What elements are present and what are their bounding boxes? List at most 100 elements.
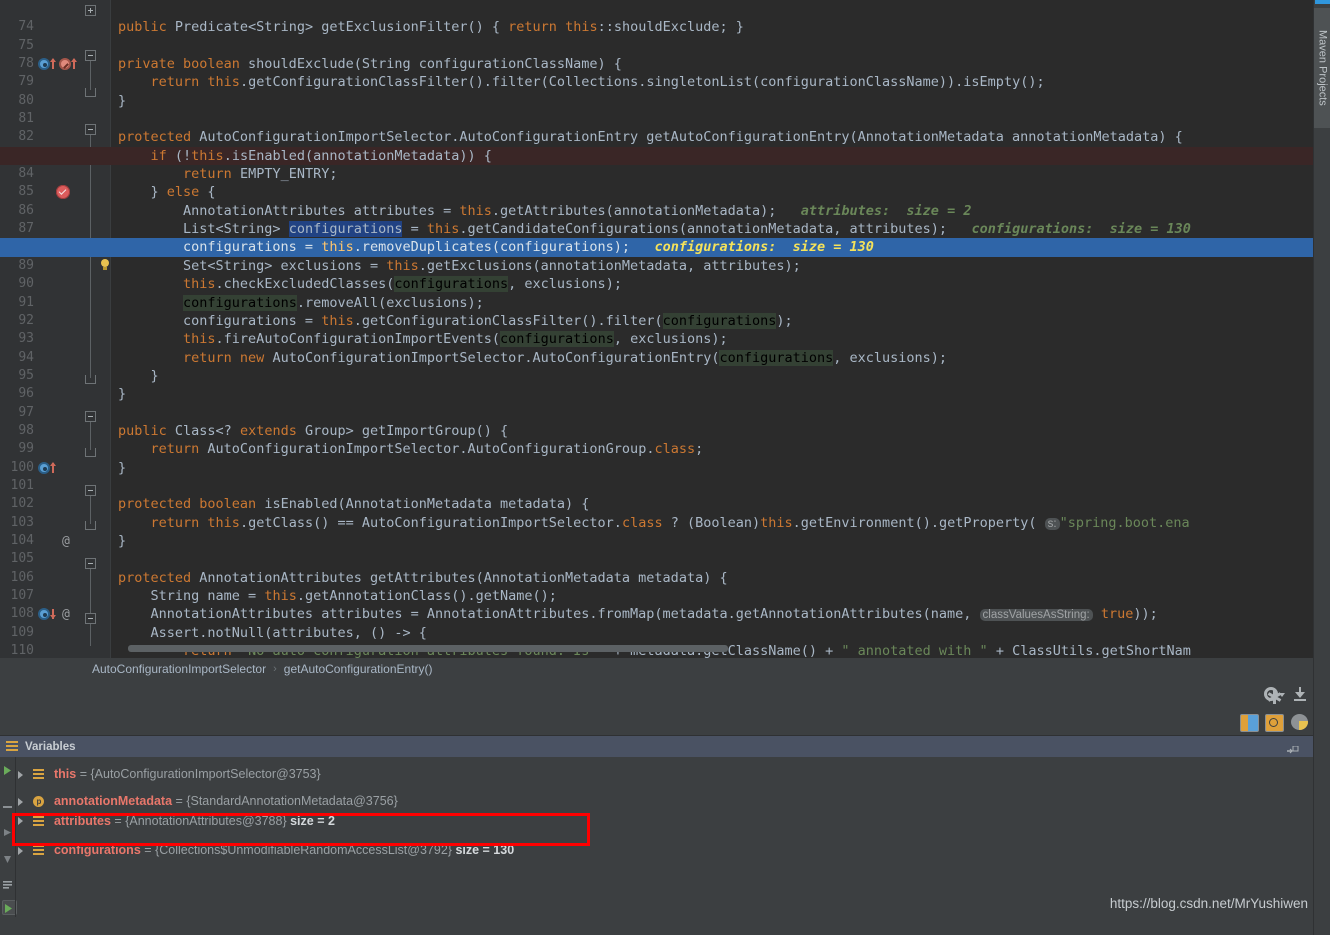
code-line[interactable]: 108 String name = this.getAnnotationClas… bbox=[0, 587, 1313, 621]
settings-gear-icon[interactable] bbox=[1264, 685, 1285, 704]
variable-equals: = bbox=[175, 794, 183, 808]
line-content: String name = this.getAnnotationClass().… bbox=[118, 588, 557, 604]
variable-name: this bbox=[53, 767, 77, 781]
threads-icon[interactable] bbox=[1240, 713, 1259, 732]
code-line[interactable]: 110 Assert.notNull(attributes, () -> { bbox=[0, 624, 1313, 658]
line-content: return this.getConfigurationClassFilter(… bbox=[150, 74, 1045, 91]
variable-name: annotationMetadata bbox=[53, 794, 173, 808]
editor-horizontal-scrollbar[interactable] bbox=[128, 645, 728, 652]
code-lines[interactable]: 74 75 public Predicate<String> getExclus… bbox=[0, 0, 1313, 658]
code-line[interactable]: 100 return AutoConfigurationImportSelect… bbox=[0, 440, 1313, 474]
code-line-breakpoint[interactable]: 84 if (!this.isEnabled(annotationMetadat… bbox=[0, 146, 1313, 200]
line-content: configurations = this.getConfigurationCl… bbox=[118, 312, 793, 329]
code-line[interactable]: 97 } bbox=[0, 385, 1313, 419]
line-content: return EMPTY_ENTRY; bbox=[183, 166, 338, 183]
line-content: Set<String> exclusions = this.getExclusi… bbox=[118, 257, 801, 274]
line-content: return new AutoConfigurationImportSelect… bbox=[183, 349, 948, 366]
watches-icon[interactable] bbox=[1265, 713, 1284, 732]
line-content: configurations = this.removeDuplicates(c… bbox=[118, 239, 874, 256]
code-line[interactable]: 88 List<String> configurations = this.ge… bbox=[0, 220, 1313, 270]
code-line[interactable]: 96 } bbox=[0, 367, 1313, 401]
code-line[interactable]: 82 bbox=[0, 110, 1313, 144]
code-line[interactable]: 87 AnnotationAttributes attributes = thi… bbox=[0, 202, 1313, 236]
breadcrumb-class[interactable]: AutoConfigurationImportSelector bbox=[92, 662, 266, 676]
line-content: } bbox=[118, 92, 127, 109]
code-line[interactable]: 101 } bbox=[0, 459, 1313, 493]
code-line[interactable]: 95 return new AutoConfigurationImportSel… bbox=[0, 349, 1313, 383]
line-content: Assert.notNull(attributes, () -> { bbox=[118, 624, 427, 641]
variable-equals: = bbox=[79, 767, 87, 781]
mute-breakpoints-icon[interactable] bbox=[2, 799, 13, 810]
code-line[interactable]: 104 return this.getClass() == AutoConfig… bbox=[0, 514, 1313, 548]
code-line[interactable]: 86 } else { bbox=[0, 183, 1313, 217]
code-line[interactable]: 81 } bbox=[0, 92, 1313, 126]
code-line[interactable]: 109 AnnotationAttributes attributes = An… bbox=[0, 605, 1313, 639]
variable-value: {AutoConfigurationImportSelector@3753} bbox=[90, 767, 321, 781]
code-line[interactable]: 102 bbox=[0, 477, 1313, 511]
line-content: } bbox=[118, 532, 127, 549]
idea-debugger-window: 74 75 public Predicate<String> getExclus… bbox=[0, 0, 1330, 935]
step-into-icon[interactable] bbox=[2, 852, 13, 863]
variables-panel-header: Variables bbox=[0, 736, 1313, 757]
code-line[interactable]: 75 public Predicate<String> getExclusion… bbox=[0, 18, 1313, 71]
line-content: configurations.removeAll(exclusions); bbox=[183, 294, 484, 311]
code-line[interactable]: 106 bbox=[0, 550, 1313, 585]
breadcrumb-method[interactable]: getAutoConfigurationEntry() bbox=[284, 662, 433, 676]
expand-triangle-icon[interactable] bbox=[18, 797, 23, 806]
variable-row-this[interactable]: this = {AutoConfigurationImportSelector@… bbox=[0, 757, 1313, 792]
line-content: } bbox=[118, 367, 159, 384]
evaluate-expression-icon[interactable] bbox=[2, 877, 13, 889]
inline-debug-hint: configurations: size = 130 bbox=[654, 239, 874, 256]
inline-debug-hint: attributes: size = 2 bbox=[800, 202, 972, 219]
expand-triangle-icon[interactable] bbox=[18, 770, 23, 779]
code-line[interactable]: 78 bbox=[0, 37, 1313, 71]
code-line[interactable]: 99 public Class<? extends Group> getImpo… bbox=[0, 422, 1313, 474]
memory-icon[interactable] bbox=[1291, 713, 1309, 731]
code-line[interactable]: 91 this.checkExcludedClasses(configurati… bbox=[0, 275, 1313, 310]
code-line[interactable]: 94 this.fireAutoConfigurationImportEvent… bbox=[0, 330, 1313, 365]
code-line[interactable]: 80 return this.getConfigurationClassFilt… bbox=[0, 73, 1313, 107]
line-content: this.checkExcludedClasses(configurations… bbox=[183, 276, 622, 293]
variables-panel-title: Variables bbox=[25, 740, 76, 753]
line-content: return AutoConfigurationImportSelector.A… bbox=[150, 441, 704, 458]
right-tool-sidebar[interactable]: Maven Projects bbox=[1313, 0, 1330, 935]
line-content: public Predicate<String> getExclusionFil… bbox=[118, 19, 744, 36]
variable-row-annotationMetadata[interactable]: p annotationMetadata = {StandardAnnotati… bbox=[0, 792, 1313, 812]
line-content: List<String> configurations = this.getCa… bbox=[118, 221, 1191, 238]
list-icon bbox=[33, 845, 45, 856]
code-line[interactable]: 107 @ protected AnnotationAttributes get… bbox=[0, 569, 1313, 623]
code-line[interactable]: 79 private boolean shouldExclude(String … bbox=[0, 55, 1313, 89]
debugger-toolbar-top[interactable] bbox=[0, 680, 1313, 709]
code-line[interactable]: 105 } bbox=[0, 532, 1313, 566]
export-icon[interactable] bbox=[1292, 685, 1310, 703]
code-line[interactable]: 74 bbox=[0, 0, 1313, 34]
line-content: } else { bbox=[118, 184, 216, 201]
sidebar-accent-bar bbox=[1315, 0, 1330, 4]
code-line[interactable]: 83 protected AutoConfigurationImportSele… bbox=[0, 128, 1313, 162]
debugger-toolbar-bottom[interactable] bbox=[0, 708, 1313, 736]
line-content: protected AutoConfigurationImportSelecto… bbox=[118, 129, 1183, 146]
code-line[interactable]: 85 return EMPTY_ENTRY; bbox=[0, 165, 1313, 199]
line-content: AnnotationAttributes attributes = this.g… bbox=[118, 202, 972, 219]
line-content: protected boolean isEnabled(AnnotationMe… bbox=[118, 496, 590, 513]
breadcrumb-separator-icon: › bbox=[273, 663, 277, 675]
line-content: public Class<? extends Group> getImportG… bbox=[118, 422, 509, 439]
line-content: this.fireAutoConfigurationImportEvents(c… bbox=[183, 331, 728, 348]
sidebar-tab-maven-projects[interactable]: Maven Projects bbox=[1314, 8, 1330, 128]
code-line[interactable]: 90 Set<String> exclusions = this.getExcl… bbox=[0, 257, 1313, 291]
minimize-icon[interactable] bbox=[1287, 742, 1299, 754]
code-line[interactable]: 93 configurations = this.getConfiguratio… bbox=[0, 312, 1313, 346]
resume-program-icon[interactable] bbox=[2, 763, 13, 775]
code-editor[interactable]: 74 75 public Predicate<String> getExclus… bbox=[0, 0, 1313, 658]
breadcrumb[interactable]: AutoConfigurationImportSelector › getAut… bbox=[0, 658, 1313, 680]
code-line-current-execution[interactable]: 89 configurations = this.removeDuplicate… bbox=[0, 238, 1313, 273]
variables-icon bbox=[6, 740, 18, 753]
code-line[interactable]: 103 @ protected boolean isEnabled(Annota… bbox=[0, 495, 1313, 549]
line-content: protected AnnotationAttributes getAttrib… bbox=[118, 569, 728, 586]
code-line[interactable]: 98 bbox=[0, 404, 1313, 438]
line-content: } bbox=[118, 386, 127, 403]
expand-triangle-icon[interactable] bbox=[18, 846, 23, 855]
code-line[interactable]: 92 configurations.removeAll(exclusions); bbox=[0, 294, 1313, 328]
list-icon bbox=[33, 769, 45, 780]
chevron-down-icon[interactable] bbox=[1279, 693, 1285, 697]
